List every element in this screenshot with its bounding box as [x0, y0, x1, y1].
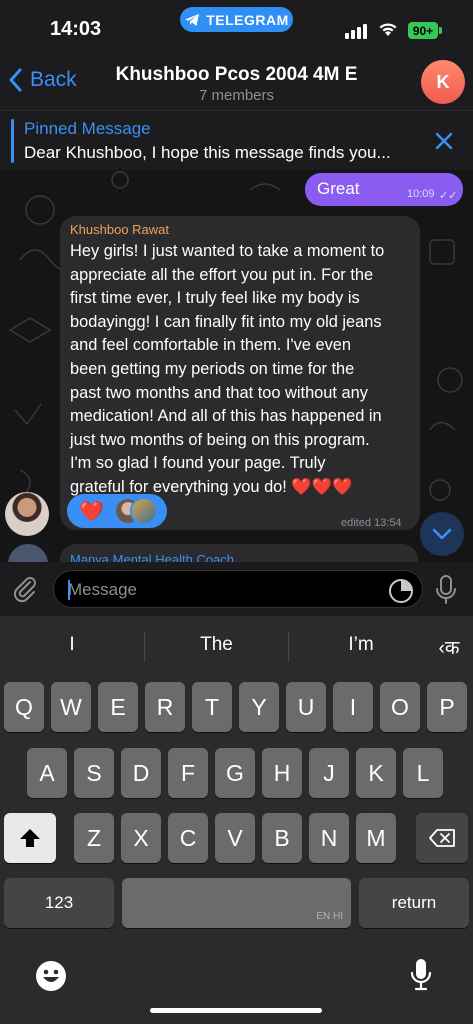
key-l[interactable]: L — [403, 748, 443, 798]
backspace-icon — [429, 829, 455, 847]
message-text: Hey girls! I just wanted to take a momen… — [70, 240, 415, 500]
reaction-pill[interactable]: ❤️ — [67, 494, 167, 528]
message-input-wrapper — [53, 570, 423, 608]
wifi-icon — [379, 23, 397, 36]
key-r[interactable]: R — [145, 682, 185, 732]
key-h[interactable]: H — [262, 748, 302, 798]
key-f[interactable]: F — [168, 748, 208, 798]
suggestion[interactable]: I’m — [289, 634, 433, 656]
message-sender[interactable]: Manya Mental Health Coach — [70, 552, 234, 562]
cellular-signal-icon — [345, 24, 367, 39]
incoming-message[interactable]: Khushboo Rawat Hey girls! I just wanted … — [60, 216, 420, 530]
text-caret — [68, 580, 70, 600]
space-bar[interactable]: EN HI — [122, 878, 351, 928]
message-line: been getting my periods on time for the — [70, 359, 355, 378]
emoji-icon[interactable] — [35, 960, 67, 992]
back-button[interactable]: Back — [8, 68, 77, 92]
incoming-message[interactable]: Manya Mental Health Coach — [60, 544, 418, 562]
close-icon[interactable] — [434, 131, 454, 151]
space-language-hint: EN HI — [316, 911, 343, 922]
shift-key[interactable] — [4, 813, 56, 863]
message-line: past two months and that too without any — [70, 383, 368, 402]
back-label: Back — [30, 68, 77, 91]
language-switch[interactable]: ‹क — [432, 634, 466, 660]
microphone-icon[interactable] — [435, 575, 457, 605]
message-line: appreciate all the effort you put in. Fo… — [70, 265, 374, 284]
group-avatar[interactable]: K — [421, 60, 465, 104]
chevron-left-icon — [9, 68, 22, 92]
return-to-telegram-pill[interactable]: TELEGRAM — [180, 7, 293, 32]
chat-messages[interactable]: Great 10:09 ✓✓ Khushboo Rawat Hey girls!… — [0, 170, 473, 562]
key-j[interactable]: J — [309, 748, 349, 798]
key-m[interactable]: M — [356, 813, 396, 863]
outgoing-message-time: 10:09 — [407, 188, 435, 200]
key-d[interactable]: D — [121, 748, 161, 798]
pinned-text: Dear Khushboo, I hope this message finds… — [24, 143, 391, 162]
key-u[interactable]: U — [286, 682, 326, 732]
message-line: Hey girls! I just wanted to take a momen… — [70, 242, 385, 260]
return-key[interactable]: return — [359, 878, 469, 928]
pinned-indicator — [11, 119, 14, 163]
key-t[interactable]: T — [192, 682, 232, 732]
chat-header: Khushboo Pcos 2004 4M E 7 members Back K — [0, 56, 473, 110]
message-input[interactable] — [68, 579, 368, 601]
message-line: and feel comfortable in them. I've even — [70, 336, 352, 355]
key-w[interactable]: W — [51, 682, 91, 732]
message-line: first time ever, I truly feel like my bo… — [70, 289, 360, 308]
outgoing-message-text: Great — [317, 179, 360, 198]
shift-icon — [20, 829, 40, 847]
key-k[interactable]: K — [356, 748, 396, 798]
home-indicator[interactable] — [150, 1008, 322, 1013]
scroll-to-bottom-button[interactable] — [420, 512, 464, 556]
status-bar: 14:03 TELEGRAM 90+ — [0, 0, 473, 56]
message-line: bodayingg! I can finally fit into my old… — [70, 312, 382, 331]
pinned-label: Pinned Message — [24, 119, 151, 138]
suggestion-bar: I The I’m ‹क — [0, 616, 473, 680]
read-check-icon: ✓✓ — [439, 190, 458, 202]
chevron-down-icon — [432, 528, 452, 540]
reactor-avatar — [129, 497, 158, 525]
heart-reaction: ❤️ — [79, 500, 104, 523]
key-x[interactable]: X — [121, 813, 161, 863]
status-time: 14:03 — [50, 18, 102, 40]
key-s[interactable]: S — [74, 748, 114, 798]
key-a[interactable]: A — [27, 748, 67, 798]
message-line: I'm so glad I found your page. Truly — [70, 454, 326, 473]
suggestion[interactable]: I — [0, 634, 144, 656]
outgoing-message[interactable]: Great 10:09 ✓✓ — [305, 173, 463, 206]
message-line: just two months of being on this program… — [70, 430, 370, 449]
dictation-mic-icon[interactable] — [410, 958, 432, 992]
message-composer — [0, 562, 473, 616]
backspace-key[interactable] — [416, 813, 468, 863]
key-g[interactable]: G — [215, 748, 255, 798]
message-sender[interactable]: Khushboo Rawat — [70, 222, 169, 237]
key-p[interactable]: P — [427, 682, 467, 732]
telegram-icon — [185, 13, 200, 26]
key-v[interactable]: V — [215, 813, 255, 863]
key-i[interactable]: I — [333, 682, 373, 732]
pinned-message-bar[interactable]: Pinned Message Dear Khushboo, I hope thi… — [0, 110, 473, 170]
sender-avatar[interactable] — [5, 492, 49, 536]
reactor-avatars — [113, 497, 160, 525]
key-c[interactable]: C — [168, 813, 208, 863]
battery-indicator: 90+ — [408, 22, 442, 39]
suggestion[interactable]: The — [145, 634, 288, 656]
key-y[interactable]: Y — [239, 682, 279, 732]
paperclip-icon[interactable] — [10, 574, 40, 604]
key-q[interactable]: Q — [4, 682, 44, 732]
message-line: medication! And all of this has happened… — [70, 407, 382, 426]
key-e[interactable]: E — [98, 682, 138, 732]
numbers-key[interactable]: 123 — [4, 878, 114, 928]
key-b[interactable]: B — [262, 813, 302, 863]
key-z[interactable]: Z — [74, 813, 114, 863]
keyboard: I The I’m ‹क Q W E R T Y U I O P A S D F… — [0, 616, 473, 1024]
key-o[interactable]: O — [380, 682, 420, 732]
telegram-pill-label: TELEGRAM — [206, 11, 289, 28]
sticker-icon[interactable] — [388, 578, 414, 604]
key-n[interactable]: N — [309, 813, 349, 863]
message-time: edited 13:54 — [341, 517, 402, 529]
